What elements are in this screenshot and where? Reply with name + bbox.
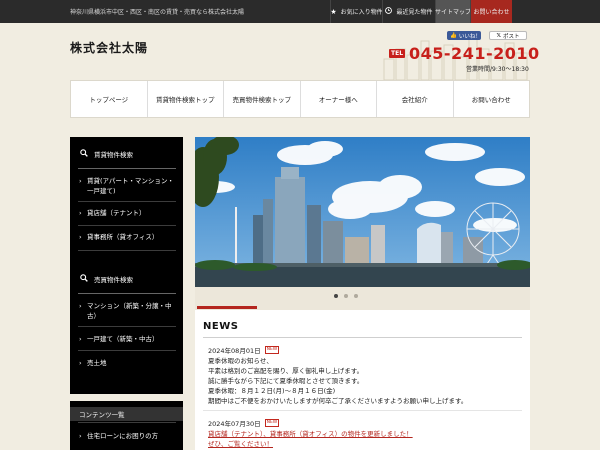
sitemap-link-label: サイトマップ [435,9,472,16]
news-entry-divider [203,410,522,411]
contact-link[interactable]: お問い合わせ [470,0,512,23]
tel-label: TEL [389,49,406,58]
nav-company[interactable]: 会社紹介 [377,81,454,117]
business-hours: 営業時間/9:30～18:30 [466,66,529,73]
nav-sale-search[interactable]: 売買物件検索トップ [224,81,301,117]
sidebar-item-rental-office[interactable]: 貸事務所（貸オフィス） [78,232,176,242]
new-badge: NEW [264,346,280,354]
recently-viewed-link[interactable]: 最近見た物件 [382,0,435,23]
sale-search-heading: 売買物件検索 [78,264,176,294]
news-text-line: 誠に勝手ながら下記にて夏季休暇とさせて頂きます。 [208,377,364,385]
rental-search-heading: 賃貸物件検索 [78,139,176,169]
sidebar-divider [78,225,176,226]
news-date: 2024年08月01日 NEW [208,345,280,355]
clock-icon [385,7,393,16]
slide-dot-3[interactable] [354,294,358,298]
news-link-line[interactable]: ぜひ、ご覧ください！ [208,438,273,448]
news-divider [203,337,522,338]
site-tagline: 神奈川県横浜市中区・西区・南区の賃貸・売買なら株式会社太陽 [70,9,245,16]
sidebar-item-rental-residence[interactable]: 賃貸(アパート・マンション・一戸建て) [78,176,176,196]
search-icon [80,148,88,159]
sidebar-divider [78,250,176,251]
main-nav: トップページ 賃貸物件検索トップ 売買物件検索トップ オーナー様へ 会社紹介 お… [70,80,530,118]
news-text-line: 期間中はご不便をおかけいたしますが何卒ご了承くださいますようお願い申し上げます。 [208,397,468,405]
new-badge: NEW [264,419,280,427]
x-logo-icon: 𝕏 [496,32,501,39]
sidebar-divider [78,422,176,423]
news-text-line: 平素は格別のご高配を賜り、厚く御礼申し上げます。 [208,367,364,375]
search-icon [80,273,88,284]
sidebar-item-sale-condo[interactable]: マンション（新築・分譲・中古） [78,301,176,321]
news-section: NEWS 2024年08月01日 NEW 夏季休暇のお知らせ、 平素は格別のご高… [195,310,530,450]
x-post-label: ポスト [502,33,520,40]
news-date-text: 2024年07月30日 [208,420,261,428]
top-utility-bar: 神奈川県横浜市中区・西区・南区の賃貸・売買なら株式会社太陽 ★ お気に入り物件 … [0,0,600,23]
star-icon: ★ [330,7,337,16]
yokohama-skyline-photo [195,137,530,287]
sidebar-divider [78,350,176,351]
news-date-text: 2024年08月01日 [208,347,261,355]
sidebar-divider [78,201,176,202]
company-logo[interactable]: 株式会社太陽 [70,39,148,56]
sitemap-link[interactable]: サイトマップ [435,0,472,23]
news-link-line[interactable]: 貸店舗（テナント）、貸事務所（貸オフィス）の物件を更新しました！ [208,428,413,438]
facebook-like-button[interactable]: 👍 いいね！ [447,31,481,40]
rental-search-heading-label: 賃貸物件検索 [94,150,133,159]
sidebar: 賃貸物件検索 賃貸(アパート・マンション・一戸建て) 貸店舗（テナント） 貸事務… [70,137,183,450]
favorites-link-label: お気に入り物件 [340,9,383,16]
slide-dot-1[interactable] [334,294,338,298]
favorites-link[interactable]: ★ お気に入り物件 [330,0,383,23]
nav-rental-search[interactable]: 賃貸物件検索トップ [148,81,224,117]
slideshow-dots [334,294,358,298]
facebook-like-label: いいね！ [458,33,481,40]
sidebar-gap [70,394,183,401]
recently-viewed-link-label: 最近見た物件 [396,9,433,16]
accent-line [197,306,257,309]
sale-search-heading-label: 売買物件検索 [94,275,133,284]
nav-owners[interactable]: オーナー様へ [301,81,377,117]
x-post-button[interactable]: 𝕏 ポスト [489,31,527,40]
contents-list-heading: コンテンツ一覧 [70,407,183,421]
news-text-line: 夏季休暇：８月１２日(月)～８月１６日(金) [208,387,336,395]
sidebar-item-sale-land[interactable]: 売土地 [78,358,176,368]
phone-number: TEL 045-241-2010 [389,44,540,63]
thumbs-up-icon: 👍 [450,32,457,39]
hero-slideshow-image[interactable] [195,137,530,287]
slide-dot-2[interactable] [344,294,348,298]
phone-digits: 045-241-2010 [409,44,540,63]
top-links: ★ お気に入り物件 最近見た物件 サイトマップ お問い合わせ [330,0,512,23]
sidebar-divider [78,326,176,327]
site-header: 株式会社太陽 👍 いいね！ 𝕏 ポスト TEL 045-241-2010 営業時… [0,23,600,80]
news-date: 2024年07月30日 NEW [208,418,280,428]
nav-top-page[interactable]: トップページ [71,81,148,117]
sidebar-item-rental-shop[interactable]: 貸店舗（テナント） [78,208,176,218]
news-text-line: 夏季休暇のお知らせ、 [208,357,273,365]
contact-link-label: お問い合わせ [473,9,510,16]
nav-contact[interactable]: お問い合わせ [454,81,530,117]
sidebar-item-housing-loan[interactable]: 住宅ローンにお困りの方 [78,431,176,441]
sidebar-item-sale-house[interactable]: 一戸建て（新築・中古） [78,334,176,344]
news-title: NEWS [203,321,239,332]
